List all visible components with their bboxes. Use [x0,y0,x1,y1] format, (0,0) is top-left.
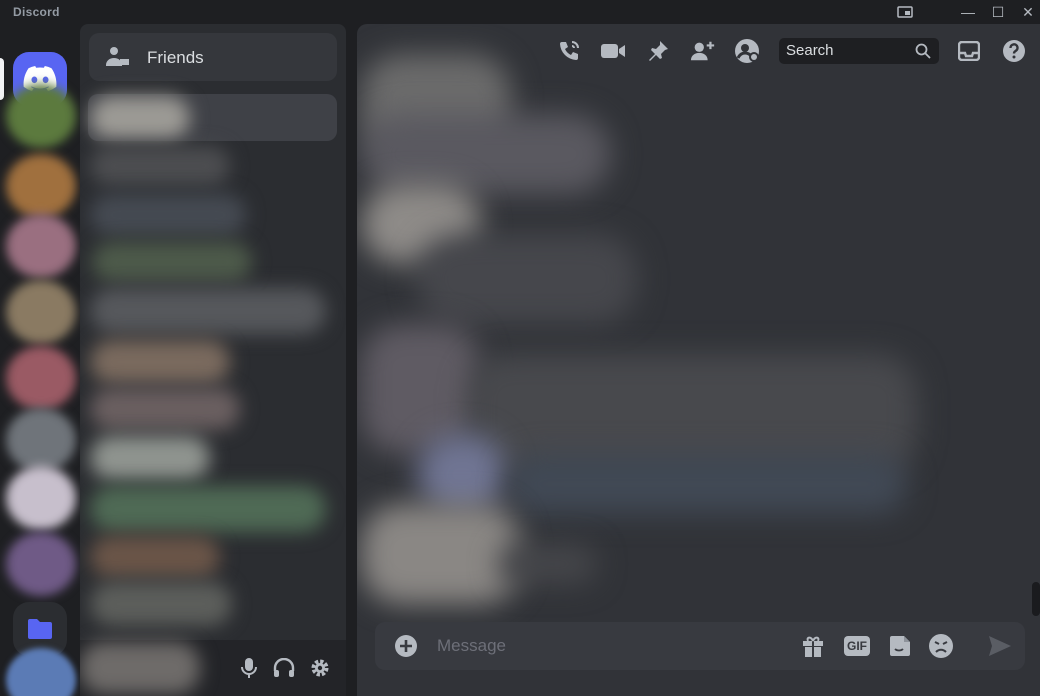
dm-item[interactable] [90,194,246,236]
user-profile-icon[interactable] [734,38,760,64]
overlay-toggle-icon[interactable] [889,0,921,24]
dm-item[interactable] [90,340,230,384]
dm-item[interactable] [90,436,210,480]
dm-item[interactable] [90,388,240,430]
message-group [417,234,637,324]
dm-item[interactable] [90,536,220,578]
friends-icon [105,45,131,74]
help-icon[interactable] [1001,38,1027,64]
server-icon[interactable] [6,214,76,278]
dm-item[interactable] [90,96,190,140]
add-attachment-icon[interactable] [393,633,419,659]
app-title: Discord [13,5,60,19]
friends-button[interactable]: Friends [89,33,337,81]
dm-item[interactable] [92,242,252,282]
folder-icon [28,619,52,639]
message-avatar [417,434,507,514]
dm-item[interactable] [90,582,232,626]
emoji-icon[interactable] [928,633,954,659]
gif-label: GIF [844,636,870,656]
pin-icon[interactable] [645,38,671,64]
message-composer[interactable]: Message GIF [375,622,1025,670]
scrollbar[interactable] [1032,582,1040,616]
message-group [361,114,611,194]
search-icon [915,43,931,64]
maximize-button[interactable]: ☐ [982,0,1014,24]
gift-icon[interactable] [800,633,826,659]
selected-indicator [0,58,4,100]
dm-item[interactable] [90,146,230,186]
server-icon[interactable] [6,532,76,596]
chat-area: Search Message GIF [357,24,1040,696]
close-button[interactable]: ✕ [1012,0,1040,24]
server-icon[interactable] [6,408,76,472]
server-icon[interactable] [6,466,76,530]
title-bar: Discord — ☐ ✕ [0,0,1040,24]
search-placeholder: Search [786,42,834,59]
message-placeholder: Message [437,636,506,655]
inbox-icon[interactable] [956,38,982,64]
server-icon[interactable] [6,154,76,218]
server-icon[interactable] [6,84,76,148]
microphone-icon[interactable] [237,656,261,680]
direct-messages-panel: Friends [80,24,346,696]
add-member-icon[interactable] [690,38,716,64]
headphones-icon[interactable] [272,656,296,680]
server-icon[interactable] [6,346,76,410]
dm-item[interactable] [90,486,326,532]
user-avatar[interactable] [80,642,200,694]
message-group [497,544,597,584]
minimize-button[interactable]: — [952,0,984,24]
dm-item[interactable] [90,288,326,334]
settings-icon[interactable] [308,656,332,680]
server-icon[interactable] [6,280,76,344]
user-panel [80,640,346,696]
voice-call-icon[interactable] [556,38,582,64]
sticker-icon[interactable] [887,633,913,659]
server-icon[interactable] [6,648,76,696]
message-embed [507,454,907,514]
message-group [361,504,521,604]
search-input[interactable]: Search [779,38,939,64]
video-call-icon[interactable] [600,38,626,64]
gif-icon[interactable]: GIF [843,633,871,659]
friends-label: Friends [147,48,204,67]
server-list [0,24,80,696]
send-icon[interactable] [987,633,1013,659]
